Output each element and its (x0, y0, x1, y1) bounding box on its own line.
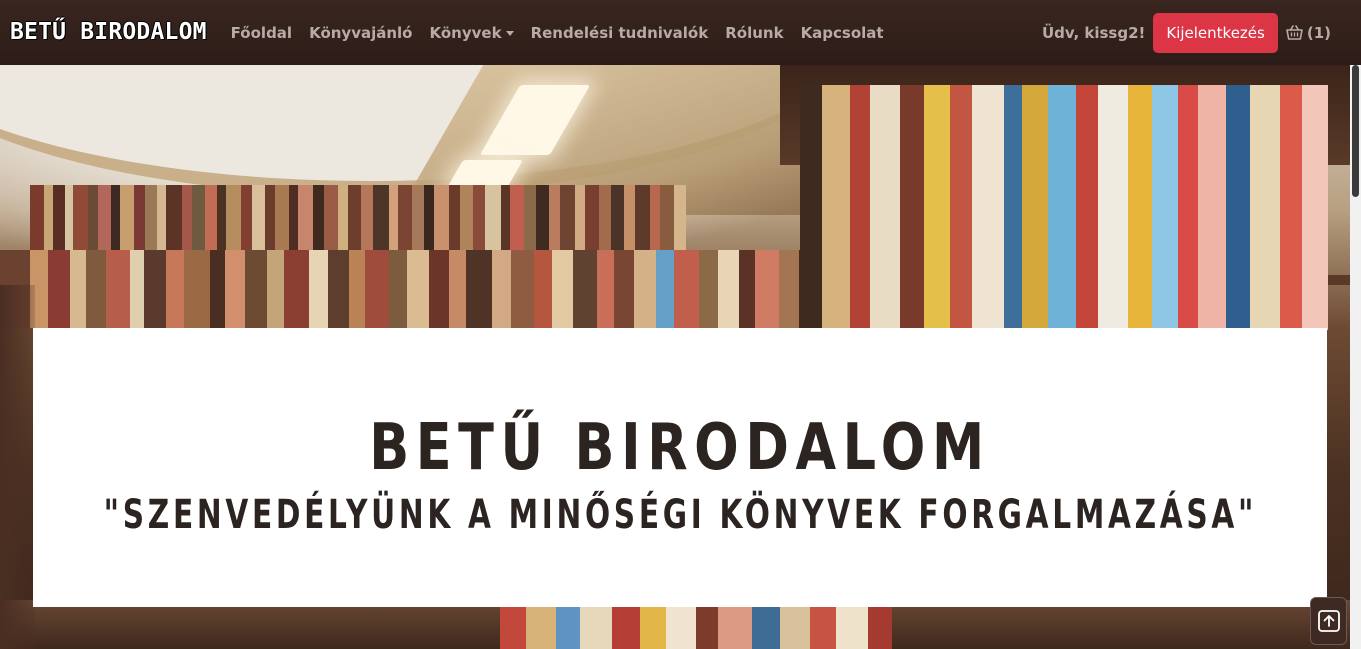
hero-title: BETŰ BIRODALOM (369, 411, 991, 486)
nav-link-recommendations[interactable]: Könyvajánló (309, 24, 412, 42)
arrow-up-icon (1317, 610, 1340, 632)
cart-count: (1) (1306, 23, 1331, 42)
logout-button[interactable]: Kijelentkezés (1153, 12, 1278, 53)
navbar: BETŰ BIRODALOM Főoldal Könyvajánló Könyv… (0, 0, 1361, 65)
nav-dropdown-books[interactable]: Könyvek (430, 24, 514, 42)
brand-logo[interactable]: BETŰ BIRODALOM (10, 21, 207, 44)
nav-link-contact[interactable]: Kapcsolat (801, 24, 884, 42)
caret-down-icon (505, 30, 514, 36)
cart-link[interactable]: (1) (1286, 24, 1331, 42)
hero-section: BETŰ BIRODALOM "SZENVEDÉLYÜNK A MINŐSÉGI… (0, 65, 1350, 649)
nav-link-about[interactable]: Rólunk (725, 24, 783, 42)
page-scrollbar[interactable] (1350, 65, 1361, 649)
nav-link-home[interactable]: Főoldal (231, 24, 292, 42)
welcome-text: Üdv, kissg2! (1041, 23, 1146, 42)
scrollbar-thumb[interactable] (1352, 65, 1359, 197)
nav-links: Főoldal Könyvajánló Könyvek Rendelési tu… (231, 24, 884, 42)
nav-right: Üdv, kissg2! Kijelentkezés (1) (1041, 12, 1331, 53)
nav-dropdown-books-label: Könyvek (429, 23, 502, 42)
basket-icon (1286, 25, 1303, 40)
nav-link-ordering-info[interactable]: Rendelési tudnivalók (531, 24, 709, 42)
hero-banner: BETŰ BIRODALOM "SZENVEDÉLYÜNK A MINŐSÉGI… (33, 328, 1327, 607)
hero-slogan: "SZENVEDÉLYÜNK A MINŐSÉGI KÖNYVEK FORGAL… (103, 491, 1257, 538)
back-to-top-button[interactable] (1310, 597, 1347, 645)
